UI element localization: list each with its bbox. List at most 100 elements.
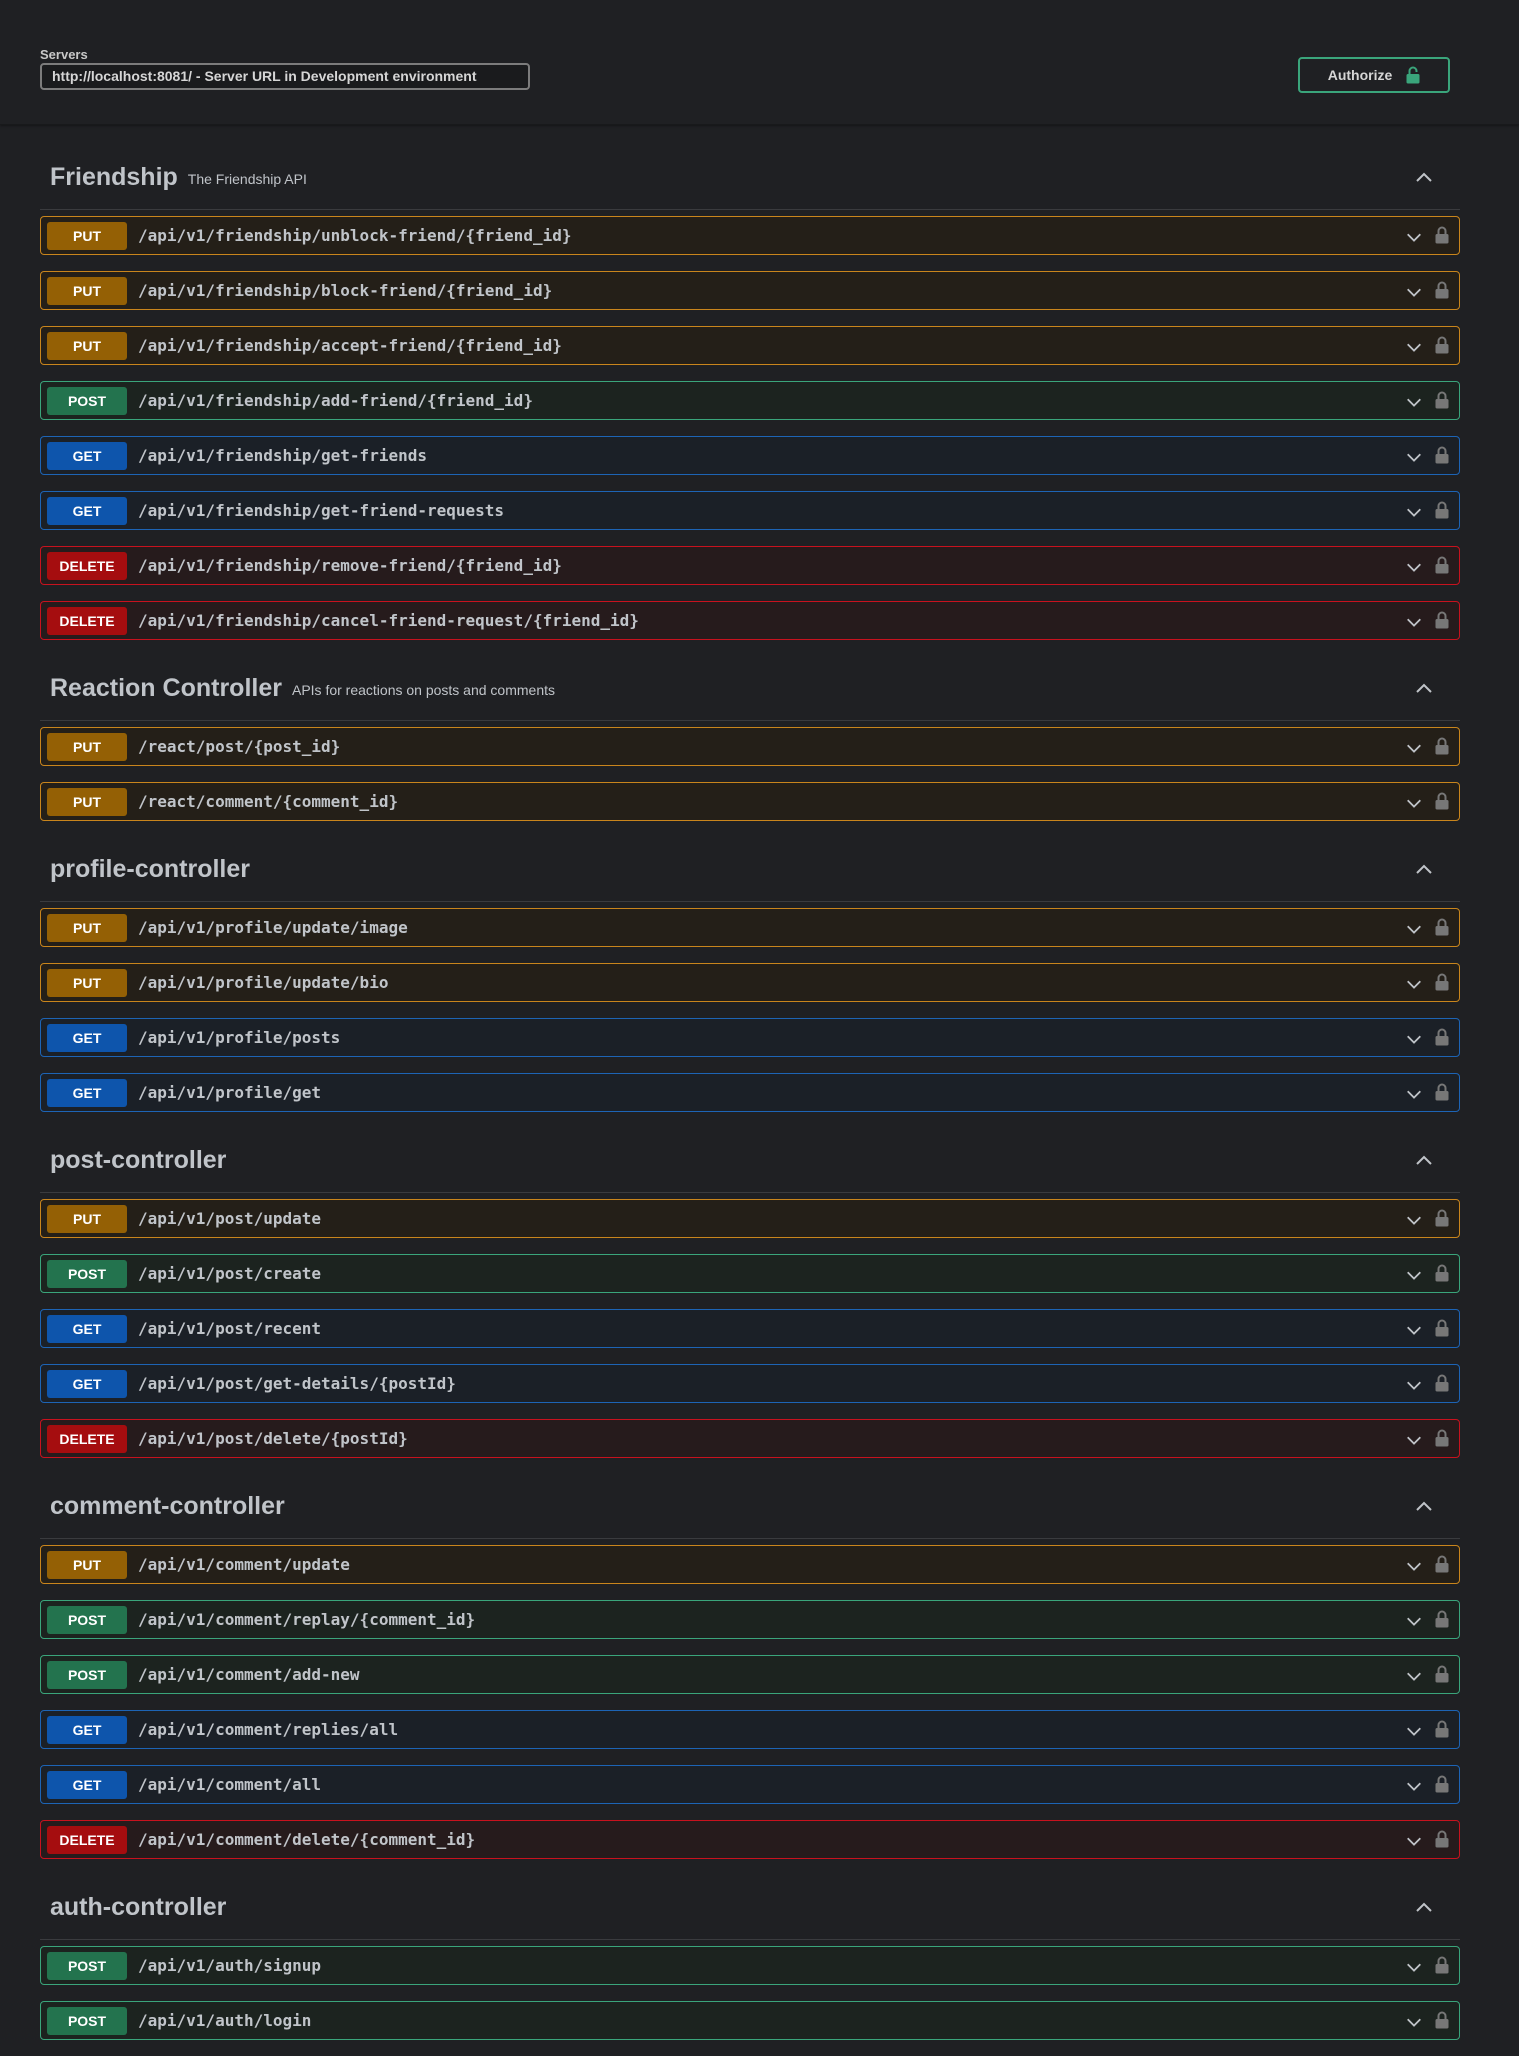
tag-header-friendship[interactable]: Friendship The Friendship API (40, 145, 1460, 210)
lock-icon[interactable] (1435, 556, 1449, 574)
operation-row[interactable]: POST/api/v1/friendship/add-friend/{frien… (40, 381, 1460, 420)
lock-icon[interactable] (1435, 1028, 1449, 1046)
operation-row[interactable]: PUT/api/v1/comment/update (40, 1545, 1460, 1584)
operation-row[interactable]: PUT/api/v1/friendship/accept-friend/{fri… (40, 326, 1460, 365)
tag-header-post-controller[interactable]: post-controller (40, 1128, 1460, 1193)
method-badge: PUT (47, 968, 127, 997)
operation-row[interactable]: GET/api/v1/friendship/get-friends (40, 436, 1460, 475)
operation-row[interactable]: GET/api/v1/post/recent (40, 1309, 1460, 1348)
operation-row[interactable]: PUT/api/v1/profile/update/bio (40, 963, 1460, 1002)
lock-icon[interactable] (1435, 973, 1449, 991)
operation-row[interactable]: POST/api/v1/comment/replay/{comment_id} (40, 1600, 1460, 1639)
operation-row[interactable]: DELETE/api/v1/post/delete/{postId} (40, 1419, 1460, 1458)
method-badge: DELETE (47, 606, 127, 635)
operation-row[interactable]: GET/api/v1/post/get-details/{postId} (40, 1364, 1460, 1403)
lock-icon[interactable] (1435, 1775, 1449, 1793)
chevron-up-icon[interactable] (1414, 167, 1434, 187)
lock-icon[interactable] (1435, 1319, 1449, 1337)
operation-row[interactable]: GET/api/v1/comment/replies/all (40, 1710, 1460, 1749)
chevron-down-icon[interactable] (1405, 613, 1423, 631)
operation-row[interactable]: PUT/react/post/{post_id} (40, 727, 1460, 766)
operation-row[interactable]: DELETE/api/v1/friendship/cancel-friend-r… (40, 601, 1460, 640)
tag-header-auth-controller[interactable]: auth-controller (40, 1875, 1460, 1940)
operation-row[interactable]: DELETE/api/v1/friendship/remove-friend/{… (40, 546, 1460, 585)
authorize-button[interactable]: Authorize (1298, 57, 1450, 93)
operation-row[interactable]: PUT/react/comment/{comment_id} (40, 782, 1460, 821)
server-select[interactable]: http://localhost:8081/ - Server URL in D… (40, 63, 530, 90)
operation-row[interactable]: PUT/api/v1/profile/update/image (40, 908, 1460, 947)
chevron-down-icon[interactable] (1405, 1777, 1423, 1795)
chevron-down-icon[interactable] (1405, 920, 1423, 938)
tag-header-reaction-controller[interactable]: Reaction Controller APIs for reactions on… (40, 656, 1460, 721)
lock-icon[interactable] (1435, 792, 1449, 810)
chevron-down-icon[interactable] (1405, 1266, 1423, 1284)
chevron-up-icon[interactable] (1414, 1496, 1434, 1516)
operation-row[interactable]: GET/api/v1/comment/all (40, 1765, 1460, 1804)
operation-row[interactable]: GET/api/v1/friendship/get-friend-request… (40, 491, 1460, 530)
lock-icon[interactable] (1435, 281, 1449, 299)
lock-icon[interactable] (1435, 1665, 1449, 1683)
chevron-down-icon[interactable] (1405, 393, 1423, 411)
lock-icon[interactable] (1435, 446, 1449, 464)
servers-label: Servers (40, 47, 88, 62)
chevron-up-icon[interactable] (1414, 1897, 1434, 1917)
tag-header-profile-controller[interactable]: profile-controller (40, 837, 1460, 902)
lock-icon[interactable] (1435, 1264, 1449, 1282)
operation-row[interactable]: POST/api/v1/post/create (40, 1254, 1460, 1293)
operation-row[interactable]: DELETE/api/v1/comment/delete/{comment_id… (40, 1820, 1460, 1859)
chevron-down-icon[interactable] (1405, 1211, 1423, 1229)
method-badge: GET (47, 1770, 127, 1799)
lock-icon[interactable] (1435, 1374, 1449, 1392)
operation-row[interactable]: PUT/api/v1/friendship/block-friend/{frie… (40, 271, 1460, 310)
operation-row[interactable]: PUT/api/v1/post/update (40, 1199, 1460, 1238)
lock-icon[interactable] (1435, 336, 1449, 354)
chevron-down-icon[interactable] (1405, 1030, 1423, 1048)
lock-icon[interactable] (1435, 737, 1449, 755)
lock-icon[interactable] (1435, 1610, 1449, 1628)
chevron-down-icon[interactable] (1405, 794, 1423, 812)
lock-icon[interactable] (1435, 1830, 1449, 1848)
lock-icon[interactable] (1435, 1956, 1449, 1974)
chevron-down-icon[interactable] (1405, 975, 1423, 993)
operation-row[interactable]: POST/api/v1/auth/login (40, 2001, 1460, 2040)
chevron-down-icon[interactable] (1405, 283, 1423, 301)
lock-icon[interactable] (1435, 391, 1449, 409)
lock-icon[interactable] (1435, 501, 1449, 519)
lock-icon[interactable] (1435, 1720, 1449, 1738)
chevron-up-icon[interactable] (1414, 859, 1434, 879)
lock-icon[interactable] (1435, 1429, 1449, 1447)
chevron-down-icon[interactable] (1405, 739, 1423, 757)
chevron-down-icon[interactable] (1405, 1832, 1423, 1850)
chevron-down-icon[interactable] (1405, 1958, 1423, 1976)
chevron-down-icon[interactable] (1405, 1667, 1423, 1685)
lock-icon[interactable] (1435, 1209, 1449, 1227)
operation-row[interactable]: POST/api/v1/auth/signup (40, 1946, 1460, 1985)
chevron-down-icon[interactable] (1405, 1557, 1423, 1575)
chevron-up-icon[interactable] (1414, 678, 1434, 698)
chevron-up-icon[interactable] (1414, 1150, 1434, 1170)
operation-row[interactable]: GET/api/v1/profile/get (40, 1073, 1460, 1112)
lock-icon[interactable] (1435, 1555, 1449, 1573)
chevron-down-icon[interactable] (1405, 1722, 1423, 1740)
chevron-down-icon[interactable] (1405, 338, 1423, 356)
method-badge: POST (47, 1660, 127, 1689)
tag-header-comment-controller[interactable]: comment-controller (40, 1474, 1460, 1539)
chevron-down-icon[interactable] (1405, 228, 1423, 246)
chevron-down-icon[interactable] (1405, 503, 1423, 521)
lock-icon[interactable] (1435, 1083, 1449, 1101)
chevron-down-icon[interactable] (1405, 448, 1423, 466)
lock-icon[interactable] (1435, 918, 1449, 936)
chevron-down-icon[interactable] (1405, 558, 1423, 576)
chevron-down-icon[interactable] (1405, 1612, 1423, 1630)
operation-row[interactable]: PUT/api/v1/friendship/unblock-friend/{fr… (40, 216, 1460, 255)
chevron-down-icon[interactable] (1405, 1431, 1423, 1449)
chevron-down-icon[interactable] (1405, 1085, 1423, 1103)
chevron-down-icon[interactable] (1405, 1376, 1423, 1394)
lock-icon[interactable] (1435, 2011, 1449, 2029)
chevron-down-icon[interactable] (1405, 1321, 1423, 1339)
lock-icon[interactable] (1435, 226, 1449, 244)
chevron-down-icon[interactable] (1405, 2013, 1423, 2031)
operation-row[interactable]: POST/api/v1/comment/add-new (40, 1655, 1460, 1694)
operation-row[interactable]: GET/api/v1/profile/posts (40, 1018, 1460, 1057)
lock-icon[interactable] (1435, 611, 1449, 629)
